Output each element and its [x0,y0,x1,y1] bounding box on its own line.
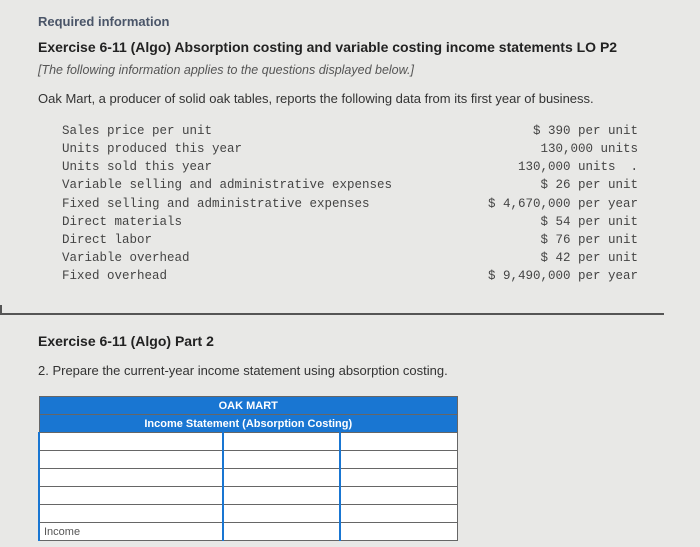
data-row: Direct labor $ 76 per unit [62,231,638,249]
row-label-input[interactable] [39,505,223,523]
table-row [39,505,458,523]
data-label: Variable overhead [62,249,190,267]
income-statement-table: OAK MART Income Statement (Absorption Co… [38,396,458,541]
data-row: Sales price per unit $ 390 per unit [62,122,638,140]
applies-note: [The following information applies to th… [38,63,662,77]
part2-title: Exercise 6-11 (Algo) Part 2 [38,333,662,349]
data-label: Direct materials [62,213,182,231]
data-label: Units produced this year [62,140,242,158]
amount-input[interactable] [340,505,457,523]
row-label-input[interactable] [39,451,223,469]
data-label: Variable selling and administrative expe… [62,176,392,194]
table-row-income: Income [39,523,458,541]
data-value: $ 76 per unit [540,231,638,249]
data-block: Sales price per unit $ 390 per unit Units… [38,122,662,285]
data-row: Variable selling and administrative expe… [62,176,638,194]
income-row-label: Income [39,523,223,541]
data-row: Fixed selling and administrative expense… [62,195,638,213]
intro-text: Oak Mart, a producer of solid oak tables… [38,91,662,106]
amount-input[interactable] [340,487,457,505]
row-label-input[interactable] [39,433,223,451]
table-row [39,469,458,487]
data-row: Units sold this year 130,000 units . [62,158,638,176]
data-label: Fixed overhead [62,267,167,285]
amount-input[interactable] [223,433,340,451]
amount-input[interactable] [340,523,457,541]
data-value: $ 54 per unit [540,213,638,231]
table-statement-title: Income Statement (Absorption Costing) [39,415,458,433]
table-row [39,433,458,451]
data-label: Direct labor [62,231,152,249]
data-row: Fixed overhead $ 9,490,000 per year [62,267,638,285]
data-value: $ 390 per unit [533,122,638,140]
row-label-input[interactable] [39,469,223,487]
amount-input[interactable] [223,505,340,523]
data-value: $ 4,670,000 per year [488,195,638,213]
part2-instruction: 2. Prepare the current-year income state… [38,363,662,378]
row-label-input[interactable] [39,487,223,505]
amount-input[interactable] [223,469,340,487]
exercise-title: Exercise 6-11 (Algo) Absorption costing … [38,39,662,55]
data-label: Fixed selling and administrative expense… [62,195,370,213]
table-row [39,451,458,469]
required-information-heading: Required information [38,14,662,29]
table-company-header: OAK MART [39,397,458,415]
amount-input[interactable] [340,451,457,469]
data-row: Direct materials $ 54 per unit [62,213,638,231]
amount-input[interactable] [340,469,457,487]
data-row: Variable overhead $ 42 per unit [62,249,638,267]
amount-input[interactable] [223,451,340,469]
data-row: Units produced this year 130,000 units [62,140,638,158]
section-divider [0,305,664,315]
amount-input[interactable] [223,523,340,541]
data-value: $ 26 per unit [540,176,638,194]
data-label: Sales price per unit [62,122,212,140]
amount-input[interactable] [340,433,457,451]
table-row [39,487,458,505]
data-label: Units sold this year [62,158,212,176]
data-value: 130,000 units . [518,158,638,176]
data-value: $ 9,490,000 per year [488,267,638,285]
data-value: $ 42 per unit [540,249,638,267]
amount-input[interactable] [223,487,340,505]
data-value: 130,000 units [540,140,638,158]
